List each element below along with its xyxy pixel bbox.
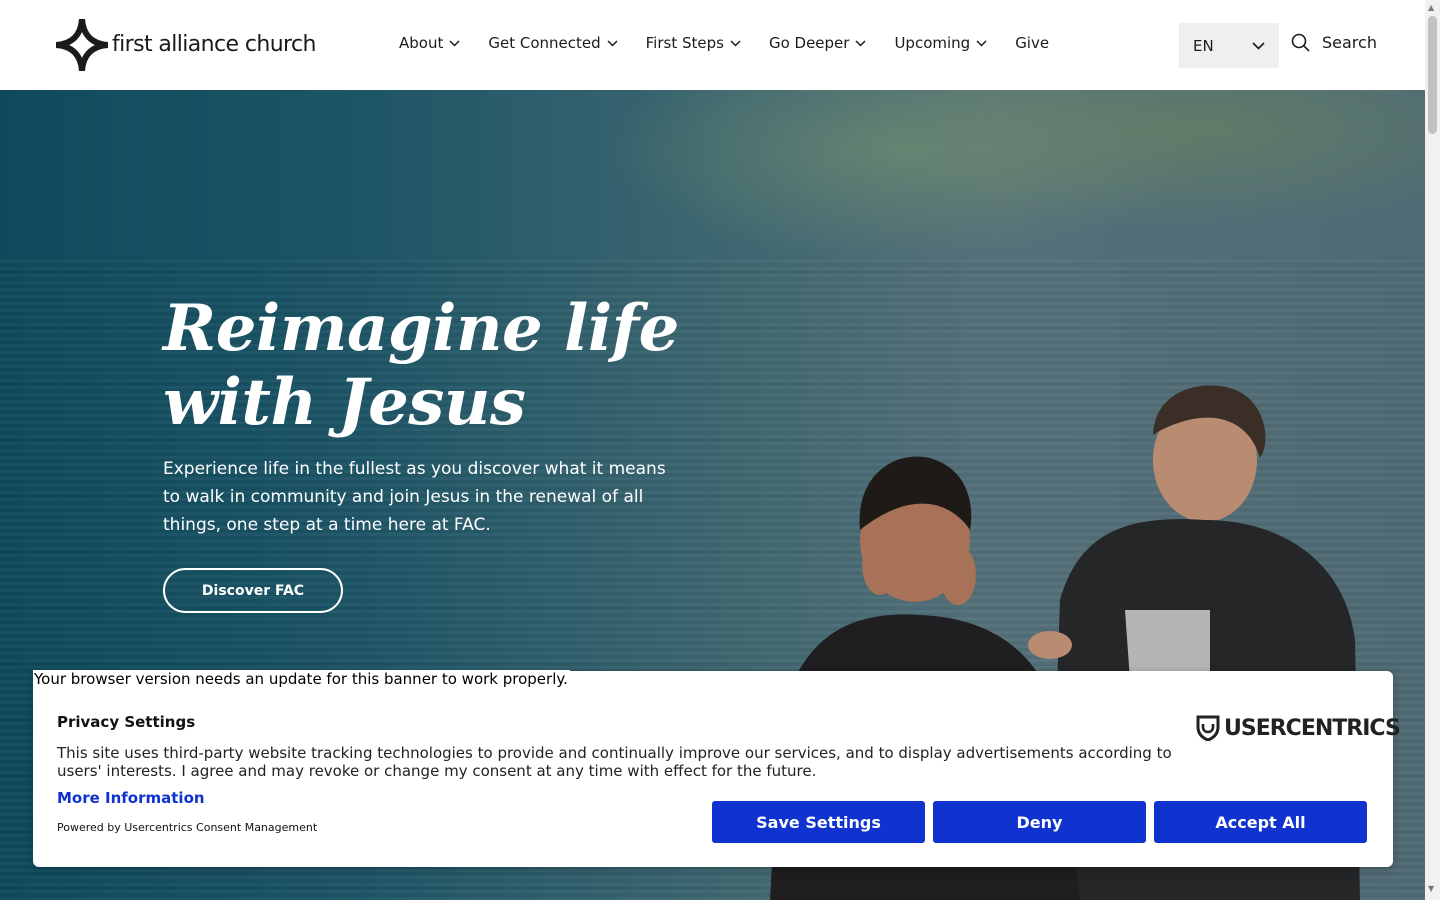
nav-item-about[interactable]: About <box>399 34 460 52</box>
deny-button[interactable]: Deny <box>933 801 1146 843</box>
chevron-down-icon <box>1252 41 1265 50</box>
save-settings-button[interactable]: Save Settings <box>712 801 925 843</box>
nav-label: Give <box>1015 34 1050 52</box>
scroll-down-arrow-icon[interactable]: ▼ <box>1428 884 1434 893</box>
scrollbar-thumb[interactable] <box>1428 16 1437 134</box>
language-select[interactable]: EN <box>1179 23 1279 68</box>
language-value: EN <box>1193 36 1214 55</box>
nav-label: Upcoming <box>894 34 971 52</box>
logo-text: first alliance church <box>112 31 316 57</box>
nav-label: Go Deeper <box>768 34 850 52</box>
page-scrollbar[interactable]: ▲ ▼ <box>1425 0 1440 900</box>
logo-star-icon <box>56 19 108 71</box>
nav-label: About <box>399 34 444 52</box>
hero-title-line2: with Jesus <box>163 365 526 440</box>
nav-item-first-steps[interactable]: First Steps <box>646 34 741 52</box>
nav-item-get-connected[interactable]: Get Connected <box>488 34 618 52</box>
hero-title: Reimagine life with Jesus <box>163 292 763 440</box>
accept-all-button[interactable]: Accept All <box>1154 801 1367 843</box>
logo[interactable]: first alliance church <box>56 19 316 71</box>
search-label: Search <box>1322 33 1377 52</box>
search-button[interactable]: Search <box>1291 33 1377 52</box>
chevron-down-icon <box>855 39 866 47</box>
hero-subtitle: Experience life in the fullest as you di… <box>163 459 666 535</box>
site-header: first alliance church About Get Connecte… <box>0 0 1425 90</box>
usercentrics-logo: USERCENTRICS <box>1196 715 1401 741</box>
consent-title: Privacy Settings <box>57 713 196 731</box>
nav-label: Get Connected <box>488 34 601 52</box>
usercentrics-shield-icon <box>1196 715 1220 741</box>
privacy-consent-banner: Privacy Settings This site uses third-pa… <box>33 671 1401 867</box>
more-information-link[interactable]: More Information <box>57 789 205 807</box>
browser-update-notice: Your browser version needs an update for… <box>33 670 570 688</box>
scroll-up-arrow-icon[interactable]: ▲ <box>1428 3 1434 12</box>
chevron-down-icon <box>976 39 987 47</box>
chevron-down-icon <box>607 39 618 47</box>
main-nav: About Get Connected First Steps Go Deepe… <box>399 34 1077 52</box>
nav-label: First Steps <box>645 34 724 52</box>
chevron-down-icon <box>730 39 741 47</box>
nav-item-upcoming[interactable]: Upcoming <box>894 34 987 52</box>
nav-item-go-deeper[interactable]: Go Deeper <box>769 34 867 52</box>
nav-item-give[interactable]: Give <box>1015 34 1049 52</box>
search-icon <box>1291 33 1310 52</box>
hero-title-line1: Reimagine life <box>163 291 679 366</box>
chevron-down-icon <box>449 39 460 47</box>
discover-fac-button[interactable]: Discover FAC <box>163 568 343 613</box>
powered-by-text: Powered by Usercentrics Consent Manageme… <box>57 821 318 834</box>
consent-text: This site uses third-party website track… <box>57 744 1172 780</box>
usercentrics-brand-text: USERCENTRICS <box>1224 715 1401 741</box>
